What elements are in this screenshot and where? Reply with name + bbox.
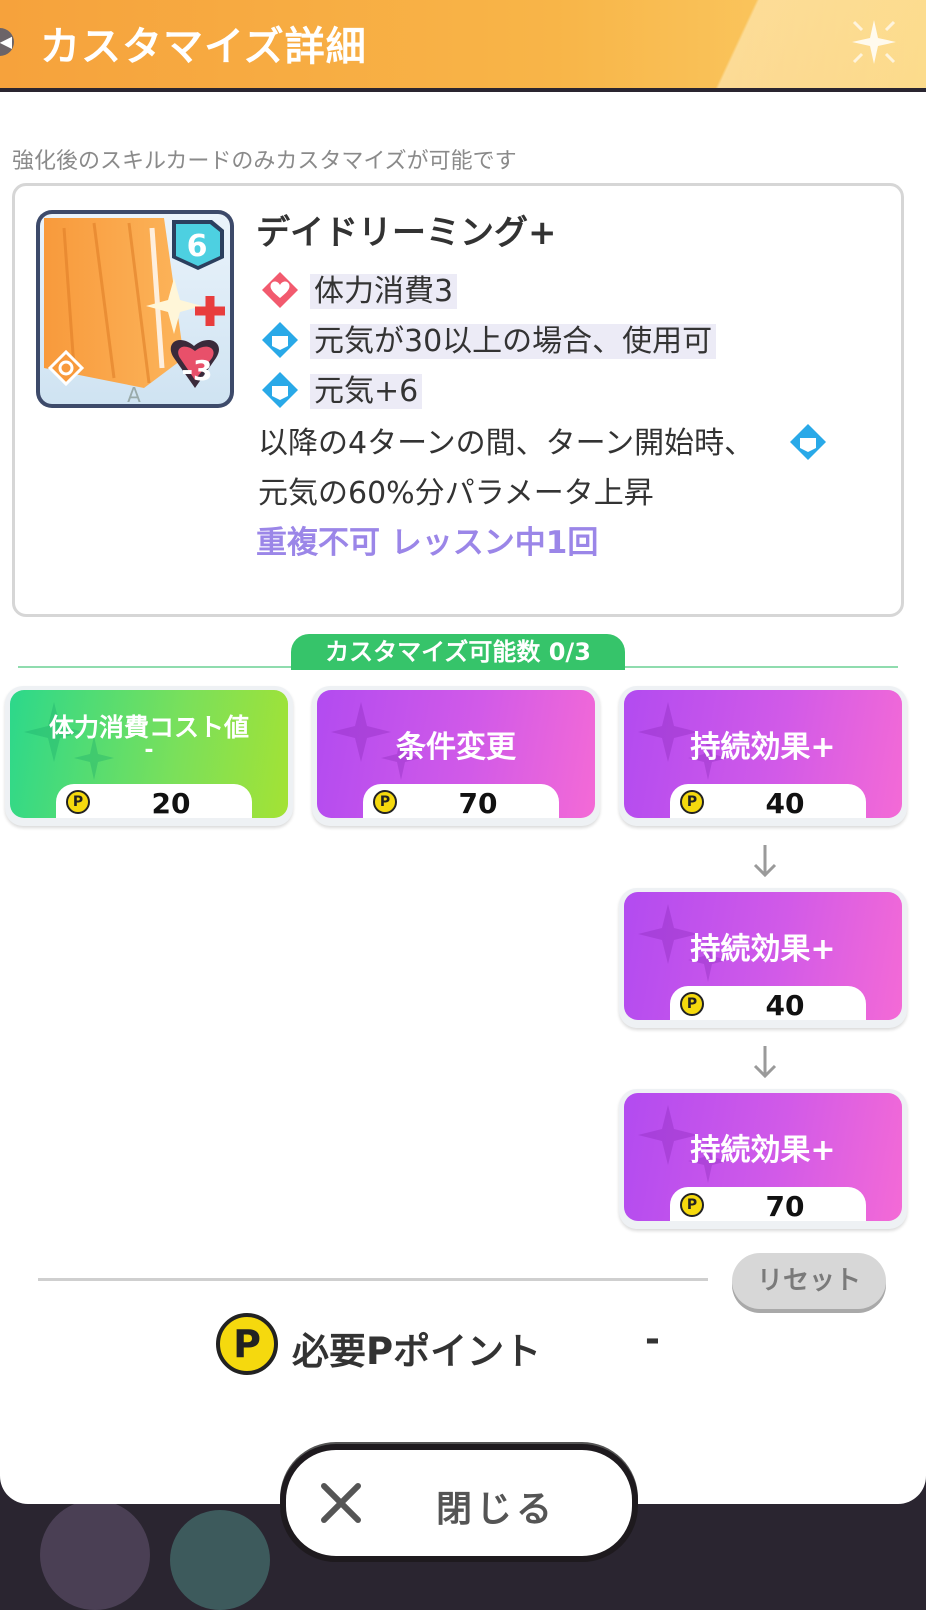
p-coin-icon: P — [66, 790, 90, 814]
customize-count-badge: カスタマイズ可能数 0/3 — [291, 634, 625, 670]
close-icon — [321, 1483, 361, 1523]
option-cost: P 70 — [363, 784, 559, 818]
back-icon[interactable]: ◀ — [0, 28, 14, 56]
card-heart-badge: -3 — [181, 354, 212, 387]
p-coin-icon: P — [680, 1193, 704, 1217]
card-rank: A — [127, 383, 141, 407]
genki-icon — [262, 371, 298, 408]
option-stamina-cost[interactable]: 体力消費コスト値 - P 20 — [5, 686, 293, 826]
effect-text: 元気が30以上の場合、使用可 — [310, 324, 717, 359]
effect-text: 体力消費3 — [310, 274, 458, 309]
option-cost: P 20 — [56, 784, 252, 818]
option-condition-change[interactable]: 条件変更 P 70 — [312, 686, 600, 826]
genki-icon — [789, 423, 826, 460]
arrow-down-icon — [753, 1046, 777, 1079]
genki-icon — [262, 321, 298, 358]
close-button[interactable]: 閉じる — [280, 1444, 638, 1562]
option-duration-effect[interactable]: 持続効果+ P 70 — [619, 1089, 907, 1229]
option-cost: P 40 — [670, 986, 866, 1020]
effect-line: 元気が30以上の場合、使用可 — [258, 316, 717, 365]
option-duration-effect[interactable]: 持続効果+ P 40 — [619, 686, 907, 826]
arrow-down-icon — [753, 845, 777, 878]
cost-value: 70 — [458, 787, 498, 818]
required-points-label: 必要Pポイント — [292, 1330, 542, 1373]
p-coin-icon: P — [373, 790, 397, 814]
sparkle-icon — [852, 20, 896, 64]
option-label: 持続効果+ — [690, 730, 836, 765]
hint-text: 強化後のスキルカードのみカスタマイズが可能です — [12, 149, 517, 174]
p-coin-icon: P — [680, 790, 704, 814]
cost-value: 40 — [765, 989, 805, 1020]
cost-value: 40 — [765, 787, 805, 818]
background-decoration — [40, 1500, 150, 1610]
option-label: 持続効果+ — [690, 1133, 836, 1168]
effect-line: 体力消費3 — [258, 266, 458, 315]
option-label: 条件変更 — [396, 730, 516, 765]
option-cost: P 40 — [670, 784, 866, 818]
option-cost: P 70 — [670, 1187, 866, 1221]
close-label: 閉じる — [436, 1489, 557, 1530]
cost-value: 20 — [151, 787, 191, 818]
card-note: 重複不可 レッスン中1回 — [256, 525, 599, 561]
option-sublabel: - — [144, 738, 154, 763]
background-decoration — [170, 1510, 270, 1610]
p-coin-icon: P — [680, 992, 704, 1016]
effect-line: 以降の4ターンの間、ターン開始時、 — [258, 418, 838, 467]
effect-text: 以降の4ターンの間、ターン開始時、 — [258, 426, 755, 461]
reset-button[interactable]: リセット — [732, 1253, 886, 1309]
p-coin-icon: P — [216, 1313, 278, 1375]
page-title: カスタマイズ詳細 — [40, 24, 367, 70]
header-bar: ◀ カスタマイズ詳細 — [0, 0, 926, 88]
required-points-value: - — [645, 1319, 660, 1360]
effect-text: 元気+6 — [310, 374, 423, 409]
card-cost-badge: 6 — [187, 229, 208, 264]
effect-line: 元気の60%分パラメータ上昇 — [258, 468, 654, 512]
card-name: デイドリーミング+ — [256, 213, 557, 253]
cost-value: 70 — [765, 1190, 805, 1221]
option-label: 持続効果+ — [690, 932, 836, 967]
effect-text: 元気の60%分パラメータ上昇 — [258, 476, 654, 511]
divider — [38, 1278, 708, 1281]
effect-line: 元気+6 — [258, 366, 423, 415]
heart-icon — [262, 271, 298, 308]
skill-card-image: 6 A -3 — [36, 210, 234, 408]
option-duration-effect[interactable]: 持続効果+ P 40 — [619, 888, 907, 1028]
